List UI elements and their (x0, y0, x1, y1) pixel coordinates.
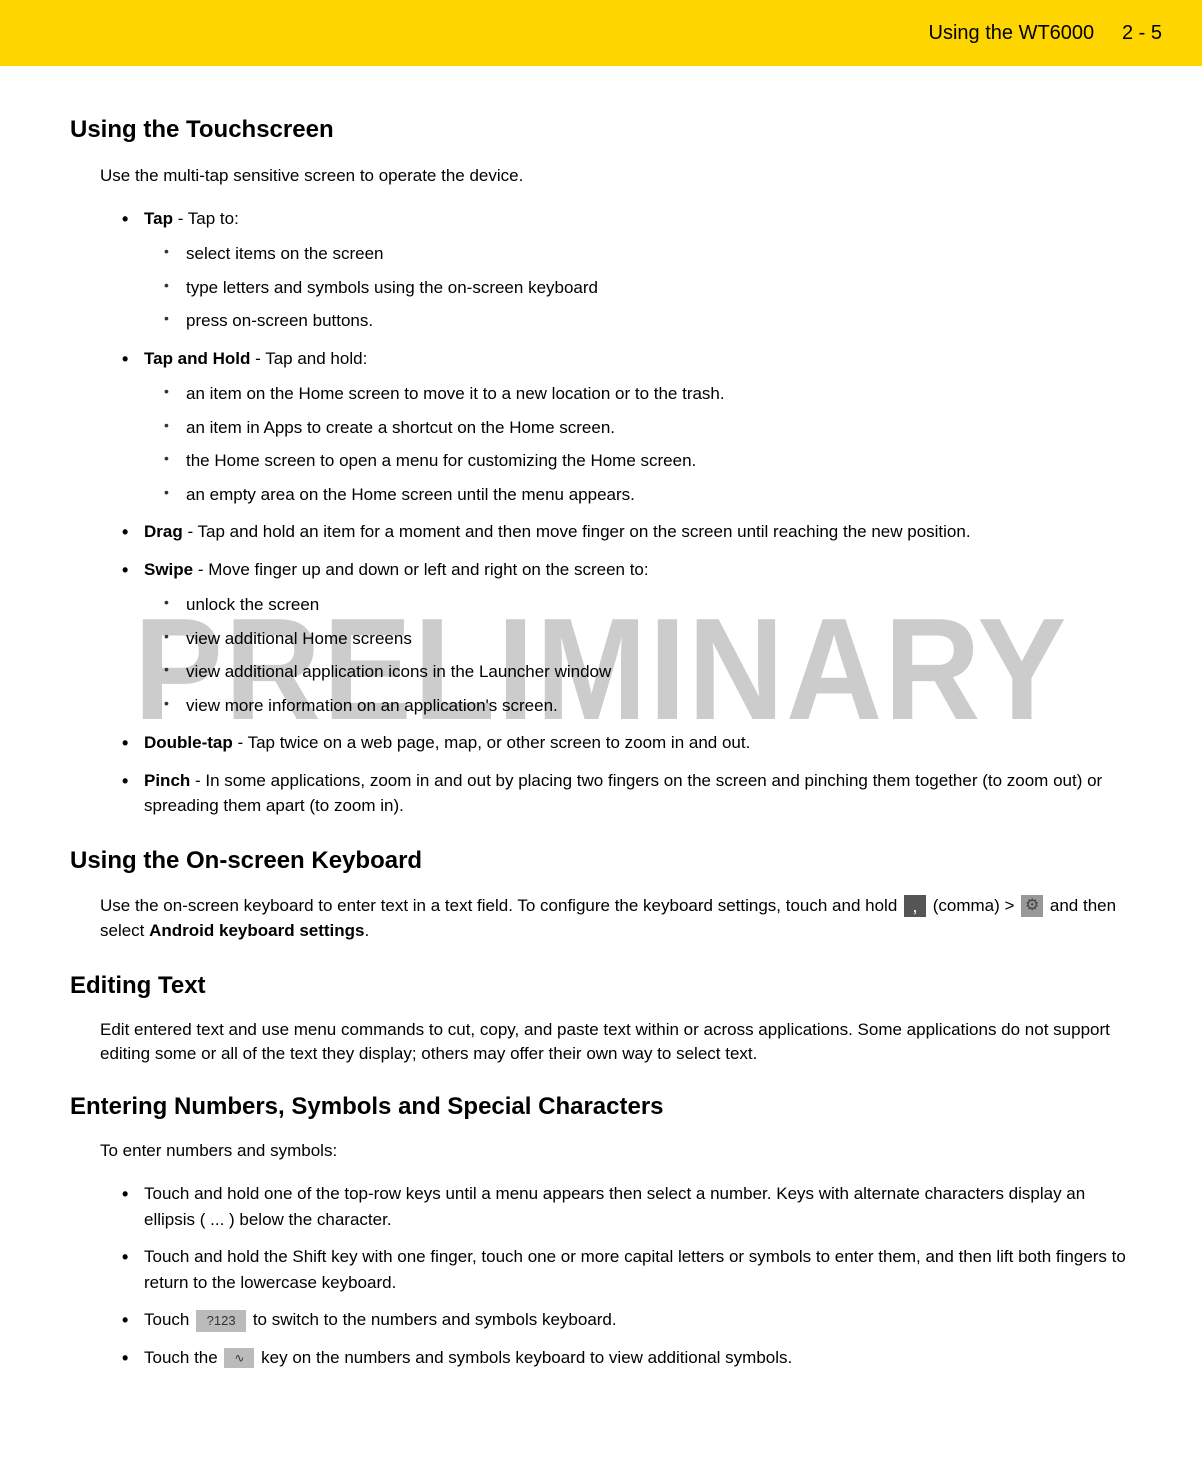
swipe-sub-2: view additional application icons in the… (164, 659, 1132, 685)
tap-sub-2: press on-screen buttons. (164, 308, 1132, 334)
touchscreen-item-doubletap: Double-tap - Tap twice on a web page, ma… (122, 730, 1132, 756)
numbers-item-1: Touch and hold the Shift key with one fi… (122, 1244, 1132, 1295)
tap-sub-1: type letters and symbols using the on-sc… (164, 275, 1132, 301)
touchscreen-intro: Use the multi-tap sensitive screen to op… (100, 164, 1132, 188)
header-page: 2 - 5 (1122, 22, 1162, 44)
swipe-text: - Move finger up and down or left and ri… (193, 560, 649, 579)
touchscreen-item-drag: Drag - Tap and hold an item for a moment… (122, 519, 1132, 545)
tap-text: - Tap to: (173, 209, 239, 228)
section-heading-editing: Editing Text (70, 972, 1132, 1000)
taphold-sub-2: the Home screen to open a menu for custo… (164, 448, 1132, 474)
tap-sub-0: select items on the screen (164, 241, 1132, 267)
numbers-item-2: Touch ?123 to switch to the numbers and … (122, 1307, 1132, 1333)
taphold-sub-0: an item on the Home screen to move it to… (164, 381, 1132, 407)
touchscreen-item-taphold: Tap and Hold - Tap and hold: an item on … (122, 346, 1132, 508)
keyboard-intro-b: (comma) > (928, 896, 1019, 915)
touchscreen-list: Tap - Tap to: select items on the screen… (122, 206, 1132, 819)
swipe-sublist: unlock the screen view additional Home s… (164, 592, 1132, 718)
keyboard-intro-d: . (365, 921, 370, 940)
editing-intro: Edit entered text and use menu commands … (100, 1018, 1132, 1066)
taphold-text: - Tap and hold: (250, 349, 367, 368)
section-heading-numbers: Entering Numbers, Symbols and Special Ch… (70, 1093, 1132, 1121)
taphold-bold: Tap and Hold (144, 349, 250, 368)
numbers-intro: To enter numbers and symbols: (100, 1139, 1132, 1163)
touchscreen-item-pinch: Pinch - In some applications, zoom in an… (122, 768, 1132, 819)
keyboard-intro-a: Use the on-screen keyboard to enter text… (100, 896, 902, 915)
numbers-item3-b: to switch to the numbers and symbols key… (248, 1310, 617, 1329)
numbers-item-3: Touch the ∿ key on the numbers and symbo… (122, 1345, 1132, 1371)
numbers-item4-a: Touch the (144, 1348, 222, 1367)
numbers-item3-a: Touch (144, 1310, 194, 1329)
numbers-key-icon: ?123 (196, 1310, 246, 1332)
swipe-sub-3: view more information on an application'… (164, 693, 1132, 719)
tap-sublist: select items on the screen type letters … (164, 241, 1132, 334)
gear-icon: ⚙ (1021, 895, 1043, 917)
section-heading-keyboard: Using the On-screen Keyboard (70, 847, 1132, 875)
touchscreen-item-tap: Tap - Tap to: select items on the screen… (122, 206, 1132, 334)
taphold-sub-3: an empty area on the Home screen until t… (164, 482, 1132, 508)
section-heading-touchscreen: Using the Touchscreen (70, 116, 1132, 144)
tap-bold: Tap (144, 209, 173, 228)
page-header: Using the WT6000 2 - 5 (0, 0, 1202, 66)
pinch-text: - In some applications, zoom in and out … (144, 771, 1102, 816)
swipe-bold: Swipe (144, 560, 193, 579)
symbols-key-icon: ∿ (224, 1348, 254, 1368)
pinch-bold: Pinch (144, 771, 190, 790)
drag-bold: Drag (144, 522, 183, 541)
doubletap-text: - Tap twice on a web page, map, or other… (233, 733, 751, 752)
header-title: Using the WT6000 (929, 22, 1095, 44)
swipe-sub-0: unlock the screen (164, 592, 1132, 618)
touchscreen-item-swipe: Swipe - Move finger up and down or left … (122, 557, 1132, 719)
taphold-sublist: an item on the Home screen to move it to… (164, 381, 1132, 507)
numbers-item4-b: key on the numbers and symbols keyboard … (256, 1348, 792, 1367)
doubletap-bold: Double-tap (144, 733, 233, 752)
swipe-sub-1: view additional Home screens (164, 626, 1132, 652)
keyboard-bold-setting: Android keyboard settings (149, 921, 364, 940)
keyboard-intro: Use the on-screen keyboard to enter text… (100, 893, 1132, 944)
taphold-sub-1: an item in Apps to create a shortcut on … (164, 415, 1132, 441)
numbers-list: Touch and hold one of the top-row keys u… (122, 1181, 1132, 1370)
numbers-item-0: Touch and hold one of the top-row keys u… (122, 1181, 1132, 1232)
drag-text: - Tap and hold an item for a moment and … (183, 522, 971, 541)
comma-key-icon: , (904, 895, 926, 917)
